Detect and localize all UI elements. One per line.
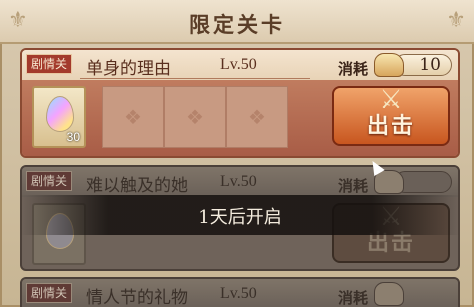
stage-type-badge: 剧情关: [26, 171, 72, 191]
empty-reward-slot: [226, 86, 288, 148]
bread-icon: [374, 53, 404, 77]
empty-reward-slot: [164, 86, 226, 148]
stage-name: 单身的理由: [86, 59, 171, 79]
cost-label: 消耗: [338, 289, 369, 307]
reward-item[interactable]: 30: [32, 86, 86, 148]
stage-type-badge: 剧情关: [26, 283, 72, 303]
header: ⚜ 限定关卡 ⚜: [0, 0, 474, 44]
fleur-icon: ⚜: [446, 8, 466, 33]
lock-banner: 1天后开启: [20, 195, 460, 235]
stage-type-badge: 剧情关: [26, 54, 72, 74]
rainbow-gem-icon: [46, 96, 74, 132]
stage-name: 情人节的礼物: [86, 288, 188, 307]
sortie-button-label: 出击: [366, 113, 415, 139]
stage-name: 难以触及的她: [86, 176, 188, 196]
stage-level: Lv.50: [220, 173, 257, 190]
stage-level: Lv.50: [220, 285, 257, 302]
page-title: 限定关卡: [189, 12, 285, 37]
sortie-button[interactable]: ⚔ 出击: [332, 86, 450, 146]
stage-card-1[interactable]: 剧情关 单身的理由 Lv.50 消耗 10 30 ⚔ 出击: [20, 48, 460, 158]
stage-card-3: 剧情关 情人节的礼物 Lv.50 消耗: [20, 277, 460, 307]
cost-label: 消耗: [338, 177, 369, 195]
empty-reward-slot: [102, 86, 164, 148]
divider: [80, 78, 310, 79]
unlock-countdown: 1天后开启: [198, 207, 282, 228]
stage-level: Lv.50: [220, 56, 257, 73]
cost-label: 消耗: [338, 60, 369, 78]
reward-count: 30: [66, 130, 80, 144]
bread-icon: [374, 282, 404, 306]
